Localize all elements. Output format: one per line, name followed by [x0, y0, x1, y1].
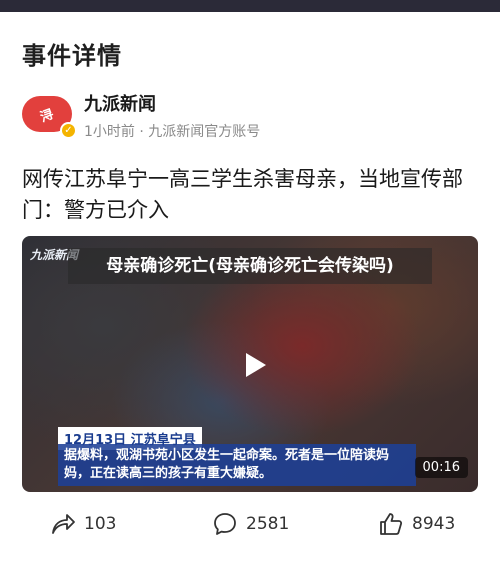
play-icon[interactable]	[238, 349, 270, 381]
share-button[interactable]: 103	[50, 504, 116, 544]
source-meta: 1小时前 · 九派新闻官方账号	[84, 124, 261, 140]
avatar-glyph: 浔	[38, 106, 57, 126]
article-headline: 网传江苏阜宁一高三学生杀害母亲，当地宣传部门：警方已介入	[22, 167, 463, 222]
check-badge-icon: ✓	[60, 122, 77, 139]
video-player[interactable]: 九派新闻 母亲确诊死亡(母亲确诊死亡会传染吗) 12月13日 江苏阜宁县 据爆料…	[22, 236, 478, 492]
action-bar: 103 2581 8943	[0, 504, 500, 544]
comment-count: 2581	[246, 514, 290, 534]
video-caption-text: 据爆料，观湖书苑小区发生一起命案。死者是一位陪读妈妈，正在读高三的孩子有重大嫌疑…	[58, 444, 416, 486]
thumbs-up-icon	[380, 513, 403, 535]
status-bar	[0, 0, 500, 12]
like-button[interactable]: 8943	[378, 504, 455, 544]
like-count: 8943	[412, 514, 456, 534]
video-overlay-title: 母亲确诊死亡(母亲确诊死亡会传染吗)	[68, 248, 432, 284]
page-title: 事件详情	[22, 42, 122, 70]
share-count: 103	[84, 514, 117, 534]
share-icon	[52, 514, 75, 534]
source-name[interactable]: 九派新闻	[84, 90, 156, 116]
comment-icon	[214, 513, 236, 535]
video-duration: 00:16	[414, 457, 468, 478]
comment-button[interactable]: 2581	[212, 504, 289, 544]
